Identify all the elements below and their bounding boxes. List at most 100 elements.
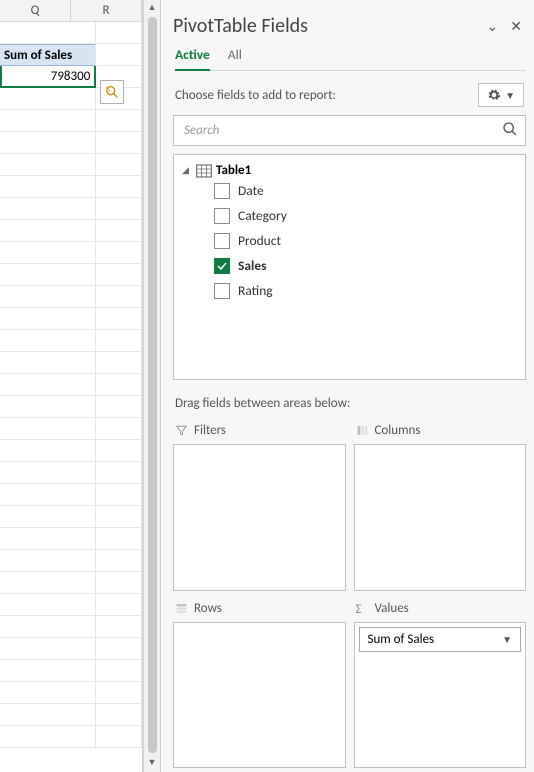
empty-cell[interactable] (96, 374, 142, 396)
empty-cell[interactable] (96, 550, 142, 572)
empty-cell[interactable] (0, 418, 96, 440)
empty-cell[interactable] (0, 264, 96, 286)
empty-cell[interactable] (96, 572, 142, 594)
column-header-r[interactable]: R (71, 0, 142, 21)
field-rating[interactable]: Rating (214, 282, 519, 299)
empty-cell[interactable] (0, 638, 96, 660)
columns-dropzone[interactable] (354, 444, 527, 591)
empty-cell[interactable] (96, 616, 142, 638)
value-field-item[interactable]: Sum of Sales ▼ (359, 627, 522, 652)
empty-cell[interactable] (0, 704, 96, 726)
empty-cell[interactable] (96, 638, 142, 660)
empty-cell[interactable] (96, 308, 142, 330)
empty-cell[interactable] (0, 440, 96, 462)
empty-cell[interactable] (0, 88, 96, 110)
empty-cell[interactable] (96, 176, 142, 198)
empty-cell[interactable] (96, 220, 142, 242)
empty-cell[interactable] (96, 726, 142, 748)
empty-cell[interactable] (96, 594, 142, 616)
checkbox-unchecked[interactable] (214, 183, 230, 199)
empty-cell[interactable] (0, 374, 96, 396)
empty-cell[interactable] (96, 154, 142, 176)
empty-cell[interactable] (96, 242, 142, 264)
empty-cell[interactable] (96, 198, 142, 220)
quick-analysis-icon[interactable] (100, 80, 124, 104)
empty-cell[interactable] (96, 484, 142, 506)
empty-cell[interactable] (0, 220, 96, 242)
area-label: Rows (194, 601, 222, 616)
filters-dropzone[interactable] (173, 444, 346, 591)
tools-button[interactable]: ▼ (478, 83, 524, 107)
field-sales[interactable]: Sales (214, 257, 519, 274)
vertical-scrollbar[interactable]: ▲ ▼ (143, 0, 160, 772)
empty-cell[interactable] (0, 682, 96, 704)
empty-cell[interactable] (0, 506, 96, 528)
empty-cell[interactable] (96, 506, 142, 528)
tab-all[interactable]: All (228, 46, 242, 70)
scroll-down-icon[interactable]: ▼ (148, 757, 157, 768)
empty-cell[interactable] (0, 462, 96, 484)
empty-cell[interactable] (0, 286, 96, 308)
scrollbar-thumb[interactable] (148, 17, 157, 753)
search-input[interactable] (173, 115, 526, 146)
empty-cell[interactable] (0, 550, 96, 572)
empty-cell[interactable] (96, 396, 142, 418)
empty-cell[interactable] (96, 110, 142, 132)
empty-cell[interactable] (96, 462, 142, 484)
empty-cell[interactable] (0, 572, 96, 594)
empty-cell[interactable] (96, 44, 142, 66)
column-header-q[interactable]: Q (0, 0, 71, 21)
rows-dropzone[interactable] (173, 622, 346, 769)
empty-cell[interactable] (96, 22, 142, 44)
field-list[interactable]: ◢ Table1 Date Category Product (173, 154, 526, 380)
empty-cell[interactable] (0, 726, 96, 748)
empty-cell[interactable] (0, 110, 96, 132)
empty-cell[interactable] (0, 176, 96, 198)
checkbox-unchecked[interactable] (214, 208, 230, 224)
empty-cell[interactable] (0, 308, 96, 330)
empty-cell[interactable] (96, 132, 142, 154)
search-field[interactable] (173, 115, 526, 146)
spreadsheet-grid[interactable]: Q R Sum of Sales 798300 /*rows rendered … (0, 0, 143, 772)
empty-cell[interactable] (0, 330, 96, 352)
values-dropzone[interactable]: Sum of Sales ▼ (354, 622, 527, 769)
empty-cell[interactable] (96, 528, 142, 550)
empty-cell[interactable] (96, 704, 142, 726)
checkbox-unchecked[interactable] (214, 283, 230, 299)
empty-cell[interactable] (0, 616, 96, 638)
empty-cell[interactable] (0, 594, 96, 616)
pivot-value-cell[interactable]: 798300 (0, 66, 96, 88)
empty-cell[interactable] (0, 528, 96, 550)
scroll-up-icon[interactable]: ▲ (148, 2, 157, 13)
empty-cell[interactable] (96, 330, 142, 352)
empty-cell[interactable] (96, 660, 142, 682)
checkbox-unchecked[interactable] (214, 233, 230, 249)
empty-cell[interactable] (0, 22, 96, 44)
checkbox-checked[interactable] (214, 258, 230, 274)
field-product[interactable]: Product (214, 232, 519, 249)
empty-cell[interactable] (0, 154, 96, 176)
table-node[interactable]: ◢ Table1 (182, 163, 519, 178)
empty-cell[interactable] (0, 396, 96, 418)
tab-active[interactable]: Active (175, 46, 210, 71)
collapse-caret-icon[interactable]: ◢ (182, 165, 192, 176)
field-date[interactable]: Date (214, 182, 519, 199)
pivot-header-cell[interactable]: Sum of Sales (0, 44, 96, 66)
chevron-down-icon[interactable]: ▼ (502, 633, 512, 646)
collapse-icon[interactable]: ⌄ (487, 18, 499, 35)
empty-cell[interactable] (0, 484, 96, 506)
empty-cell[interactable] (0, 198, 96, 220)
empty-cell[interactable] (96, 418, 142, 440)
field-category[interactable]: Category (214, 207, 519, 224)
empty-cell[interactable] (0, 352, 96, 374)
empty-cell[interactable] (96, 264, 142, 286)
empty-cell[interactable] (0, 660, 96, 682)
empty-cell[interactable] (96, 682, 142, 704)
empty-cell[interactable] (96, 286, 142, 308)
close-icon[interactable]: ✕ (510, 18, 522, 35)
empty-cell[interactable] (0, 132, 96, 154)
empty-cell[interactable] (0, 242, 96, 264)
empty-cell[interactable] (96, 352, 142, 374)
empty-cell[interactable] (96, 440, 142, 462)
filter-icon (175, 424, 188, 437)
